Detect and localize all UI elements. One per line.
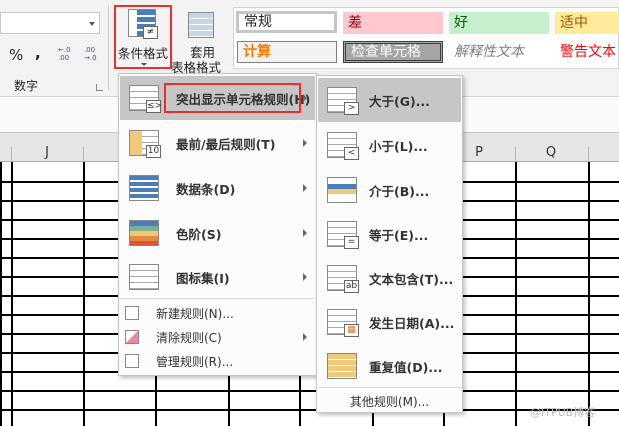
dialog-launcher-icon[interactable] bbox=[96, 84, 103, 91]
manage-rules-icon bbox=[125, 354, 139, 368]
submenu-item-less-than[interactable]: < 小于(L)... bbox=[318, 123, 461, 167]
column-header-q[interactable]: Q bbox=[515, 145, 587, 160]
highlight-box bbox=[114, 5, 172, 69]
chevron-right-icon bbox=[303, 139, 307, 147]
style-calculation[interactable]: 计算 bbox=[237, 41, 337, 63]
chevron-down-icon bbox=[89, 22, 95, 26]
separator bbox=[120, 298, 315, 299]
separator bbox=[318, 387, 461, 388]
conditional-format-menu: ≤> 突出显示单元格规则(H) 10 最前/最后规则(T) 数据条(D) 色阶(… bbox=[118, 73, 317, 376]
menu-item-top-bottom-rules[interactable]: 10 最前/最后规则(T) bbox=[120, 121, 315, 165]
percent-button[interactable]: % bbox=[9, 46, 23, 64]
data-bars-icon bbox=[129, 175, 159, 201]
text-contains-icon: ab bbox=[327, 265, 359, 293]
submenu-item-equal-to[interactable]: = 等于(E)... bbox=[318, 212, 461, 256]
icon-sets-icon bbox=[129, 264, 159, 290]
style-normal[interactable]: 常规 bbox=[236, 11, 337, 33]
equal-to-icon: = bbox=[327, 221, 359, 249]
chevron-right-icon bbox=[303, 333, 307, 341]
submenu-item-greater-than[interactable]: > 大于(G)... bbox=[318, 78, 461, 122]
highlight-box bbox=[164, 83, 301, 113]
color-scales-icon bbox=[129, 220, 159, 246]
style-bad[interactable]: 差 bbox=[343, 12, 443, 34]
number-format-dropdown[interactable] bbox=[0, 12, 100, 34]
chevron-right-icon bbox=[303, 94, 307, 102]
menu-item-icon-sets[interactable]: 图标集(I) bbox=[120, 255, 315, 299]
number-group-label: 数字 bbox=[14, 79, 39, 93]
style-neutral[interactable]: 适中 bbox=[555, 12, 619, 34]
submenu-item-date-occurring[interactable]: ▦ 发生日期(A)... bbox=[318, 300, 461, 344]
format-as-table-button[interactable]: 套用 表格格式 bbox=[171, 8, 232, 75]
chevron-right-icon bbox=[303, 273, 307, 281]
submenu-item-duplicate-values[interactable]: 重复值(D)... bbox=[318, 344, 461, 388]
submenu-item-text-contains[interactable]: ab 文本包含(T)... bbox=[318, 256, 461, 300]
menu-item-color-scales[interactable]: 色阶(S) bbox=[120, 211, 315, 255]
highlight-cells-icon: ≤> bbox=[129, 85, 162, 113]
top-bottom-icon: 10 bbox=[129, 130, 161, 158]
format-table-icon bbox=[188, 12, 214, 38]
chevron-right-icon bbox=[303, 229, 307, 237]
increase-decimal-button[interactable]: ←.0 .00 bbox=[58, 46, 76, 62]
menu-item-clear-rules[interactable]: 清除规则(C) bbox=[120, 325, 315, 349]
chevron-right-icon bbox=[303, 184, 307, 192]
greater-than-icon: > bbox=[327, 87, 359, 115]
submenu-item-more-rules[interactable]: 其他规则(M)... bbox=[318, 389, 461, 413]
style-good[interactable]: 好 bbox=[449, 12, 549, 34]
less-than-icon: < bbox=[327, 132, 359, 160]
style-explanatory[interactable]: 解释性文本 bbox=[449, 41, 549, 63]
menu-item-manage-rules[interactable]: 管理规则(R)... bbox=[120, 349, 315, 373]
watermark: @ITPUB博客 bbox=[530, 406, 596, 419]
between-icon bbox=[327, 177, 357, 203]
column-header-j[interactable]: J bbox=[11, 145, 83, 160]
highlight-cells-submenu: > 大于(G)... < 小于(L)... 介于(B)... = 等于(E)... a… bbox=[316, 75, 463, 413]
separator bbox=[108, 5, 109, 90]
style-warning[interactable]: 警告文本 bbox=[555, 41, 619, 63]
style-check-cell[interactable]: 检查单元格 bbox=[343, 41, 443, 63]
eraser-icon bbox=[125, 330, 139, 344]
calendar-icon: ▦ bbox=[327, 309, 359, 337]
submenu-item-between[interactable]: 介于(B)... bbox=[318, 168, 461, 212]
menu-item-data-bars[interactable]: 数据条(D) bbox=[120, 166, 315, 210]
new-rule-icon bbox=[125, 306, 139, 320]
menu-item-new-rule[interactable]: 新建规则(N)... bbox=[120, 301, 315, 325]
duplicate-values-icon bbox=[327, 353, 357, 379]
comma-button[interactable]: , bbox=[35, 44, 41, 62]
decrease-decimal-button[interactable]: .00 →.0 bbox=[84, 46, 102, 62]
